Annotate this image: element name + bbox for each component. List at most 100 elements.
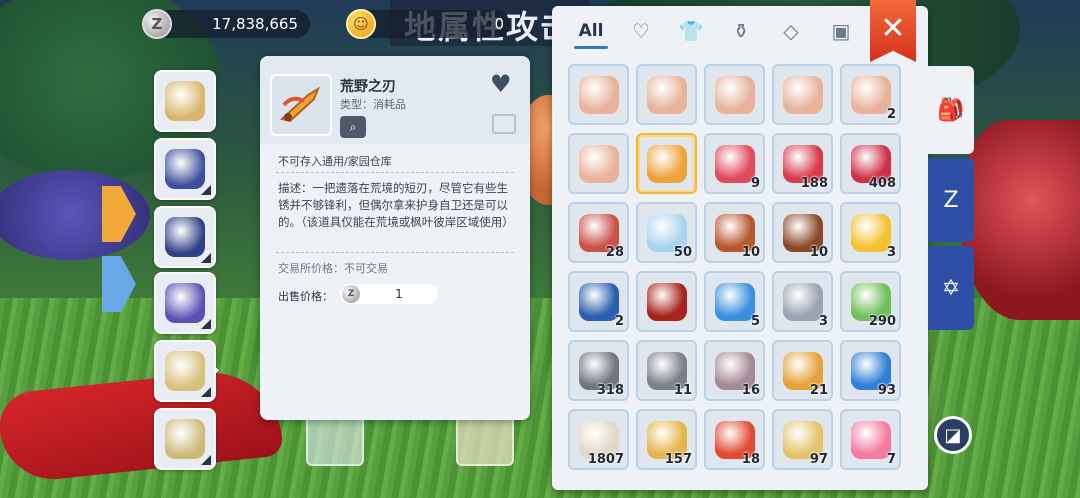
monster-figure xyxy=(960,120,1080,320)
card-album-tab[interactable]: ✡ xyxy=(928,246,974,330)
equipment-slot[interactable] xyxy=(154,408,216,470)
inventory-item[interactable] xyxy=(636,133,697,194)
zeny-bag-icon: Z xyxy=(943,187,959,213)
tab-heart-icon[interactable]: ♡ xyxy=(616,11,666,51)
slot-corner-marker xyxy=(201,455,211,465)
zeny-display[interactable]: Z 17,838,665 xyxy=(142,9,310,39)
equipment-slot[interactable] xyxy=(154,138,216,200)
item-quantity: 93 xyxy=(877,383,896,398)
inventory-item[interactable]: 50 xyxy=(636,202,697,263)
inventory-item[interactable]: 157 xyxy=(636,409,697,470)
scroll-icon xyxy=(646,75,687,114)
flower-icon xyxy=(850,420,891,459)
edit-icon-button[interactable]: ◪ xyxy=(934,416,972,454)
item-quantity: 2 xyxy=(886,107,896,122)
inventory-item[interactable]: 3 xyxy=(772,271,833,332)
item-quantity: 9 xyxy=(750,176,760,191)
accessory-icon xyxy=(165,419,205,459)
inventory-item[interactable]: 5 xyxy=(704,271,765,332)
inventory-item[interactable]: 408 xyxy=(840,133,901,194)
tab-potion-bag-icon[interactable]: ⚱ xyxy=(716,11,766,51)
inventory-item[interactable]: 318 xyxy=(568,340,629,401)
inventory-item[interactable]: 93 xyxy=(840,340,901,401)
gold-face-coin-icon: ☺ xyxy=(346,9,376,39)
item-thumbnail xyxy=(270,74,332,136)
item-quantity: 21 xyxy=(809,383,828,398)
item-quantity: 3 xyxy=(818,314,828,329)
chevron-right-icon[interactable]: › xyxy=(213,360,227,380)
cloak-icon xyxy=(165,217,205,257)
item-quantity: 157 xyxy=(664,452,692,467)
blue-ticket-icon xyxy=(714,282,755,321)
inventory-item[interactable]: 18 xyxy=(704,409,765,470)
scroll-icon xyxy=(578,144,619,183)
item-quantity: 28 xyxy=(605,245,624,260)
inventory-item[interactable]: 188 xyxy=(772,133,833,194)
sword-card-icon xyxy=(646,282,687,321)
item-lookup-button[interactable]: ⌕ xyxy=(340,116,366,138)
inventory-item[interactable]: 10 xyxy=(772,202,833,263)
inventory-item[interactable]: 97 xyxy=(772,409,833,470)
item-type: 类型：消耗品 xyxy=(340,98,406,111)
item-quantity: 7 xyxy=(886,452,896,467)
item-quantity: 408 xyxy=(868,176,896,191)
inventory-item[interactable]: 11 xyxy=(636,340,697,401)
inventory-item[interactable]: 3 xyxy=(840,202,901,263)
inventory-item[interactable]: 2 xyxy=(840,64,901,125)
storage-tray-icon[interactable] xyxy=(492,114,516,134)
inventory-item[interactable]: 10 xyxy=(704,202,765,263)
inventory-item[interactable]: 2 xyxy=(568,271,629,332)
item-quantity: 50 xyxy=(673,245,692,260)
inventory-item[interactable] xyxy=(636,271,697,332)
equipment-slot[interactable] xyxy=(154,70,216,132)
item-quantity: 1807 xyxy=(587,452,624,467)
armor-icon xyxy=(165,149,205,189)
inventory-item[interactable]: 28 xyxy=(568,202,629,263)
inventory-item[interactable]: 7 xyxy=(840,409,901,470)
equipment-slot[interactable] xyxy=(154,340,216,402)
equipment-slot[interactable] xyxy=(154,272,216,334)
zeny-coin-icon: Z xyxy=(342,285,360,303)
wild-blade-icon xyxy=(279,86,321,123)
item-name: 荒野之刃 xyxy=(340,79,396,95)
equipment-slot[interactable] xyxy=(154,206,216,268)
accessory-slot-ghost xyxy=(306,416,364,466)
inventory-item[interactable]: 9 xyxy=(704,133,765,194)
backpack-icon: 🎒 xyxy=(937,97,965,123)
tab-diamond-icon[interactable]: ◇ xyxy=(766,11,816,51)
boots-icon xyxy=(165,283,205,323)
inventory-item[interactable] xyxy=(568,64,629,125)
item-quantity: 18 xyxy=(741,452,760,467)
sell-price-value: 1 xyxy=(395,287,403,301)
item-quantity: 5 xyxy=(750,314,760,329)
inventory-item[interactable]: 21 xyxy=(772,340,833,401)
inventory-panel: All ♡ 👕 ⚱ ◇ ▣ ✕ 2 9 188 408 28 50 10 10 3 2 5 3 290 318 11 1… xyxy=(552,0,928,490)
inventory-item[interactable]: 16 xyxy=(704,340,765,401)
inventory-item[interactable] xyxy=(704,64,765,125)
tab-shirt-icon[interactable]: 👕 xyxy=(666,11,716,51)
backpack-tab[interactable]: 🎒 xyxy=(928,66,974,154)
accessory-slot-ghost xyxy=(456,416,514,466)
inventory-item[interactable] xyxy=(636,64,697,125)
divider xyxy=(276,252,514,253)
helmet-icon xyxy=(165,81,205,121)
gold-display[interactable]: ☺ 0 xyxy=(346,9,510,39)
item-quantity: 10 xyxy=(809,245,828,260)
item-quantity: 97 xyxy=(809,452,828,467)
inventory-item[interactable] xyxy=(772,64,833,125)
scroll-icon xyxy=(714,75,755,114)
slot-corner-marker xyxy=(201,319,211,329)
zeny-bag-tab[interactable]: Z xyxy=(928,158,974,242)
inventory-item[interactable]: 1807 xyxy=(568,409,629,470)
inventory-item[interactable]: 290 xyxy=(840,271,901,332)
inventory-item[interactable] xyxy=(568,133,629,194)
item-detail-panel: 荒野之刃 类型：消耗品 ⌕ ♥ 不可存入通用/家园仓库 描述：一把遗落在荒境的短… xyxy=(260,56,530,420)
tab-all[interactable]: All xyxy=(566,11,616,51)
favorite-heart-icon[interactable]: ♥ xyxy=(490,72,516,96)
item-quantity: 290 xyxy=(868,314,896,329)
tab-card-icon[interactable]: ▣ xyxy=(816,11,866,51)
item-quantity: 10 xyxy=(741,245,760,260)
sell-price-field: Z 1 xyxy=(340,284,438,304)
scroll-icon xyxy=(782,75,823,114)
wild-blade-icon xyxy=(646,144,687,183)
